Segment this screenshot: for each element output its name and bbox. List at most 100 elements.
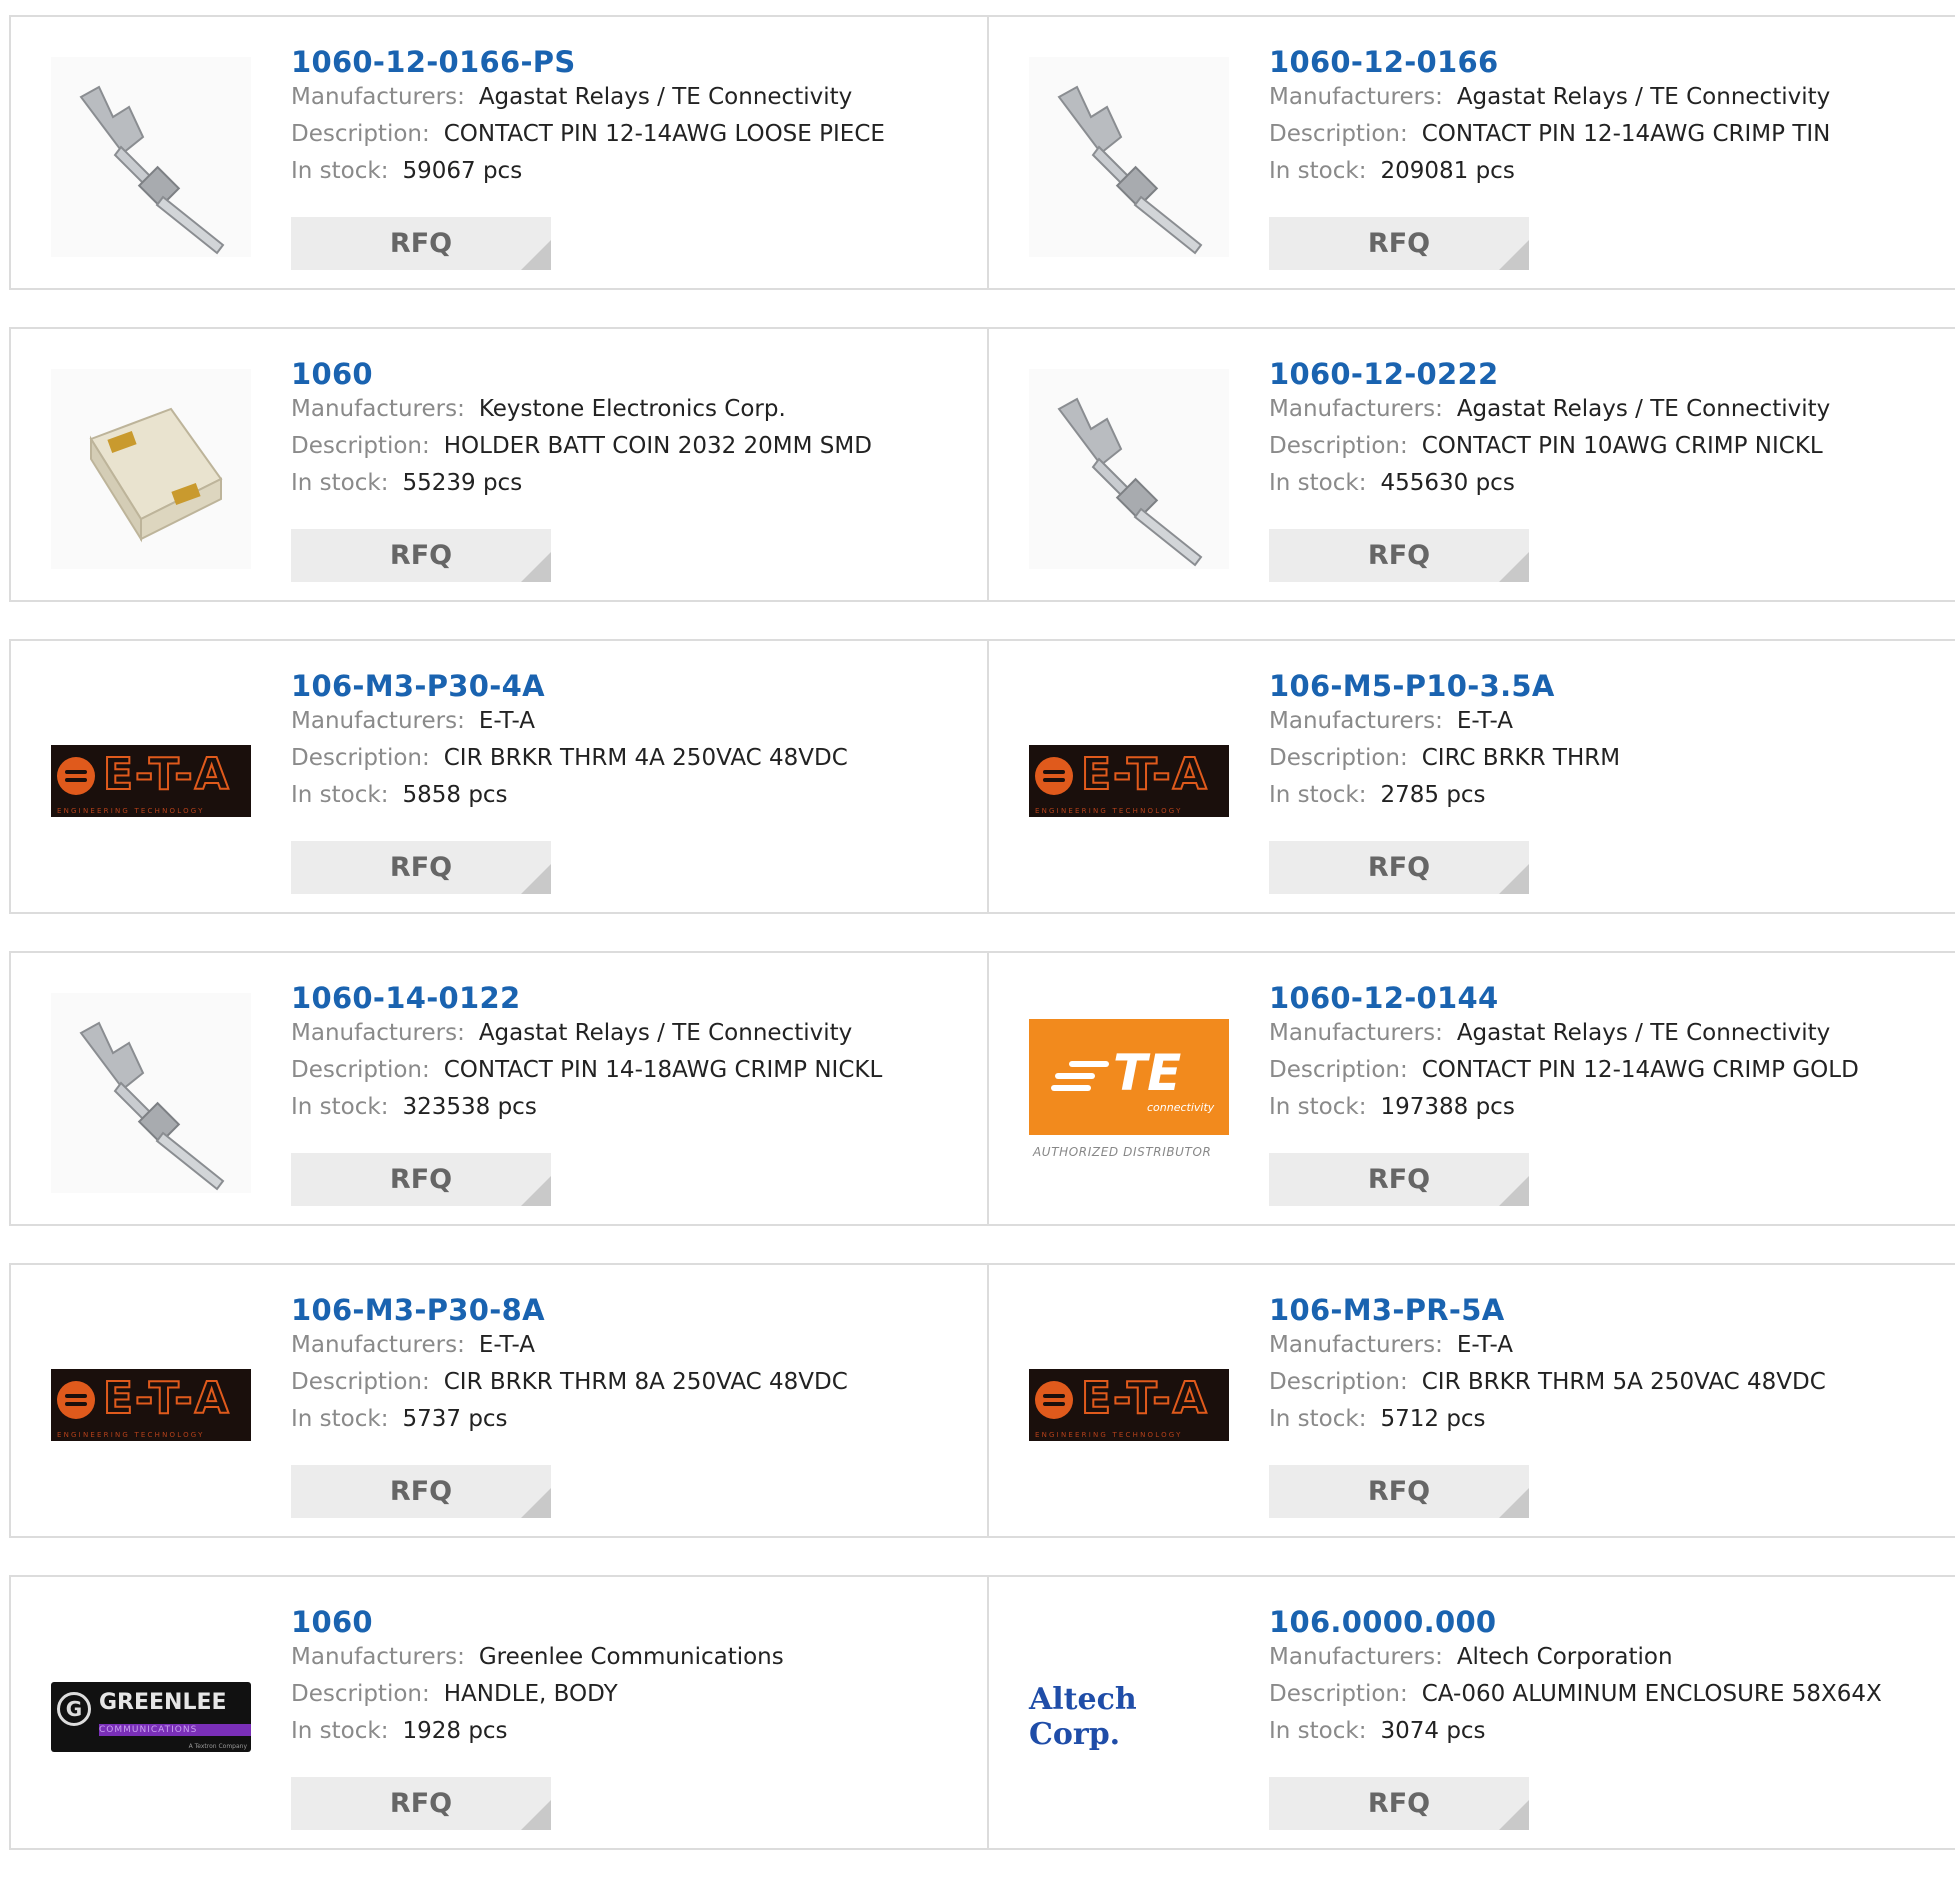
in-stock-label: In stock: bbox=[291, 1094, 389, 1120]
part-number-link[interactable]: 1060 bbox=[291, 357, 977, 391]
part-number-link[interactable]: 106-M5-P10-3.5A bbox=[1269, 669, 1947, 703]
product-thumbnail[interactable]: E-T-A ENGINEERING TECHNOLOGY bbox=[51, 1305, 251, 1505]
product-info: 1060-12-0144 Manufacturers: Agastat Relay… bbox=[1269, 981, 1947, 1126]
rfq-button[interactable]: RFQ bbox=[291, 841, 551, 894]
part-number-link[interactable]: 1060-12-0222 bbox=[1269, 357, 1947, 391]
contact-pin-icon bbox=[1029, 57, 1229, 257]
manufacturer-line: Manufacturers: Agastat Relays / TE Connec… bbox=[1269, 391, 1947, 428]
product-card: G GREENLEE COMMUNICATIONS A Textron Company… bbox=[11, 1577, 989, 1848]
product-card: 1060 Manufacturers: Keystone Electronics … bbox=[11, 329, 989, 600]
description-line: Description: CIR BRKR THRM 8A 250VAC 48VD… bbox=[291, 1364, 977, 1401]
part-number-link[interactable]: 106.0000.000 bbox=[1269, 1605, 1947, 1639]
rfq-button[interactable]: RFQ bbox=[291, 1153, 551, 1206]
rfq-button[interactable]: RFQ bbox=[1269, 1777, 1529, 1830]
part-number-link[interactable]: 106-M3-PR-5A bbox=[1269, 1293, 1947, 1327]
part-number-link[interactable]: 106-M3-P30-8A bbox=[291, 1293, 977, 1327]
description-value: HOLDER BATT COIN 2032 20MM SMD bbox=[443, 433, 872, 459]
part-number-link[interactable]: 1060 bbox=[291, 1605, 977, 1639]
description-line: Description: CONTACT PIN 12-14AWG LOOSE P… bbox=[291, 116, 977, 153]
rfq-button[interactable]: RFQ bbox=[1269, 1153, 1529, 1206]
product-thumbnail[interactable]: TE connectivity AUTHORIZED DISTRIBUTOR bbox=[1029, 993, 1229, 1193]
manufacturer-value: Greenlee Communications bbox=[478, 1644, 784, 1670]
eta-logo-text: E-T-A bbox=[1080, 748, 1209, 801]
product-thumbnail[interactable]: E-T-A ENGINEERING TECHNOLOGY bbox=[1029, 681, 1229, 881]
product-thumbnail[interactable] bbox=[1029, 369, 1229, 569]
eta-logo-subtitle: ENGINEERING TECHNOLOGY bbox=[57, 807, 205, 815]
greenlee-emblem-icon: G bbox=[57, 1692, 91, 1726]
battery-holder-icon bbox=[51, 369, 251, 569]
stock-line: In stock: 209081 pcs bbox=[1269, 153, 1947, 190]
manufacturer-value: E-T-A bbox=[478, 1332, 536, 1358]
product-info: 106-M3-P30-4A Manufacturers: E-T-A Descri… bbox=[291, 669, 977, 814]
description-line: Description: HOLDER BATT COIN 2032 20MM S… bbox=[291, 428, 977, 465]
rfq-button[interactable]: RFQ bbox=[1269, 1465, 1529, 1518]
product-thumbnail[interactable] bbox=[51, 369, 251, 569]
product-thumbnail[interactable]: E-T-A ENGINEERING TECHNOLOGY bbox=[1029, 1305, 1229, 1505]
stock-value: 2785 pcs bbox=[1380, 782, 1486, 808]
product-info: 1060-14-0122 Manufacturers: Agastat Relay… bbox=[291, 981, 977, 1126]
description-line: Description: HANDLE, BODY bbox=[291, 1676, 977, 1713]
part-number-link[interactable]: 1060-14-0122 bbox=[291, 981, 977, 1015]
description-line: Description: CA-060 ALUMINUM ENCLOSURE 58… bbox=[1269, 1676, 1947, 1713]
eta-logo: E-T-A ENGINEERING TECHNOLOGY bbox=[1029, 745, 1229, 817]
rfq-button[interactable]: RFQ bbox=[1269, 217, 1529, 270]
product-thumbnail[interactable]: Altech Corp. bbox=[1029, 1617, 1229, 1817]
rfq-button[interactable]: RFQ bbox=[1269, 529, 1529, 582]
part-number-link[interactable]: 1060-12-0144 bbox=[1269, 981, 1947, 1015]
part-number-link[interactable]: 106-M3-P30-4A bbox=[291, 669, 977, 703]
description-label: Description: bbox=[1269, 1369, 1408, 1395]
manufacturer-value: Agastat Relays / TE Connectivity bbox=[1456, 84, 1831, 110]
description-label: Description: bbox=[291, 745, 430, 771]
manufacturers-label: Manufacturers: bbox=[1269, 1020, 1443, 1046]
product-info: 106-M3-PR-5A Manufacturers: E-T-A Descrip… bbox=[1269, 1293, 1947, 1438]
greenlee-logo-text: GREENLEE bbox=[99, 1690, 227, 1715]
in-stock-label: In stock: bbox=[291, 470, 389, 496]
description-label: Description: bbox=[1269, 433, 1408, 459]
description-line: Description: CIR BRKR THRM 5A 250VAC 48VD… bbox=[1269, 1364, 1947, 1401]
product-thumbnail[interactable]: G GREENLEE COMMUNICATIONS A Textron Company bbox=[51, 1617, 251, 1817]
greenlee-logo-subtitle: COMMUNICATIONS bbox=[99, 1724, 251, 1736]
eta-logo-text: E-T-A bbox=[102, 1372, 231, 1425]
manufacturer-value: E-T-A bbox=[1456, 1332, 1514, 1358]
stock-line: In stock: 1928 pcs bbox=[291, 1713, 977, 1750]
manufacturer-line: Manufacturers: Agastat Relays / TE Connec… bbox=[1269, 79, 1947, 116]
stock-value: 323538 pcs bbox=[402, 1094, 537, 1120]
product-thumbnail[interactable] bbox=[1029, 57, 1229, 257]
rfq-button[interactable]: RFQ bbox=[291, 1777, 551, 1830]
manufacturer-value: E-T-A bbox=[1456, 708, 1514, 734]
stock-value: 1928 pcs bbox=[402, 1718, 508, 1744]
stock-value: 5737 pcs bbox=[402, 1406, 508, 1432]
in-stock-label: In stock: bbox=[291, 782, 389, 808]
altech-logo: Altech Corp. bbox=[1029, 1682, 1137, 1752]
stock-line: In stock: 3074 pcs bbox=[1269, 1713, 1947, 1750]
product-thumbnail[interactable] bbox=[51, 993, 251, 1193]
rfq-button[interactable]: RFQ bbox=[291, 1465, 551, 1518]
manufacturer-line: Manufacturers: Keystone Electronics Corp. bbox=[291, 391, 977, 428]
product-grid: 1060-12-0166-PS Manufacturers: Agastat Re… bbox=[9, 15, 1955, 1887]
description-label: Description: bbox=[1269, 1057, 1408, 1083]
rfq-button[interactable]: RFQ bbox=[291, 529, 551, 582]
manufacturer-value: Keystone Electronics Corp. bbox=[478, 396, 786, 422]
product-row: G GREENLEE COMMUNICATIONS A Textron Company… bbox=[9, 1575, 1955, 1850]
stock-line: In stock: 323538 pcs bbox=[291, 1089, 977, 1126]
product-card: 1060-12-0166-PS Manufacturers: Agastat Re… bbox=[11, 17, 989, 288]
product-info: 1060-12-0222 Manufacturers: Agastat Relay… bbox=[1269, 357, 1947, 502]
part-number-link[interactable]: 1060-12-0166-PS bbox=[291, 45, 977, 79]
manufacturer-line: Manufacturers: Greenlee Communications bbox=[291, 1639, 977, 1676]
eta-emblem-icon bbox=[1035, 1381, 1073, 1419]
part-number-link[interactable]: 1060-12-0166 bbox=[1269, 45, 1947, 79]
rfq-button[interactable]: RFQ bbox=[291, 217, 551, 270]
te-logo-text: TE bbox=[1113, 1044, 1182, 1102]
product-row: E-T-A ENGINEERING TECHNOLOGY 106-M3-P30-8… bbox=[9, 1263, 1955, 1538]
rfq-button[interactable]: RFQ bbox=[1269, 841, 1529, 894]
product-info: 106-M3-P30-8A Manufacturers: E-T-A Descri… bbox=[291, 1293, 977, 1438]
eta-emblem-icon bbox=[1035, 757, 1073, 795]
product-thumbnail[interactable]: E-T-A ENGINEERING TECHNOLOGY bbox=[51, 681, 251, 881]
manufacturer-value: E-T-A bbox=[478, 708, 536, 734]
product-thumbnail[interactable] bbox=[51, 57, 251, 257]
description-line: Description: CONTACT PIN 10AWG CRIMP NICK… bbox=[1269, 428, 1947, 465]
eta-emblem-icon bbox=[57, 1381, 95, 1419]
contact-pin-icon bbox=[51, 993, 251, 1193]
manufacturer-value: Agastat Relays / TE Connectivity bbox=[1456, 396, 1831, 422]
te-logo: TE connectivity AUTHORIZED DISTRIBUTOR bbox=[1029, 1019, 1229, 1167]
